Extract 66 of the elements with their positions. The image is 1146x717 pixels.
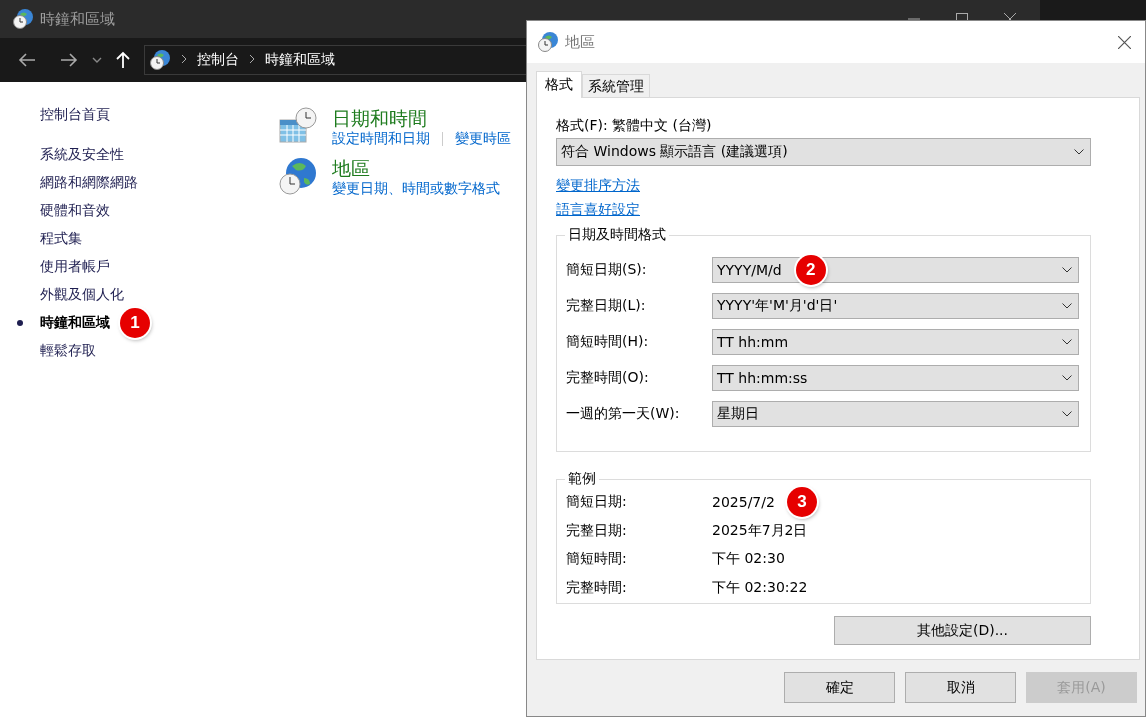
dialog-button[interactable]: 取消 <box>905 672 1016 703</box>
field-label: 簡短時間(H): <box>566 333 650 351</box>
chevron-down-icon[interactable] <box>92 57 102 63</box>
dialog-button[interactable]: 確定 <box>784 672 895 703</box>
format-label: 格式(F): 繁體中文 (台灣) <box>556 117 713 135</box>
category-link[interactable]: 設定時間和日期 <box>332 130 430 148</box>
chevron-down-icon <box>1062 375 1072 381</box>
chevron-down-icon <box>1062 339 1072 345</box>
chevron-down-icon <box>1062 267 1072 273</box>
calendar-clock-icon <box>278 106 318 146</box>
sidebar-item[interactable]: 外觀及個人化 <box>40 286 124 304</box>
field-label: 簡短日期(S): <box>566 261 648 279</box>
dropdown[interactable]: YYYY'年'M'月'd'日' <box>712 293 1079 319</box>
chevron-down-icon <box>1074 149 1084 155</box>
close-icon[interactable] <box>1118 35 1131 49</box>
example-value: 下午 02:30:22 <box>712 578 808 597</box>
group-title: 日期及時間格式 <box>567 226 667 244</box>
clock-globe-icon <box>12 8 34 30</box>
forward-arrow-icon[interactable] <box>60 53 78 67</box>
more-settings-button[interactable]: 其他設定(D)... <box>834 616 1091 645</box>
step-number-badge: 1 <box>120 308 150 338</box>
category-title[interactable]: 地區 <box>332 156 500 180</box>
group-title: 範例 <box>567 470 597 488</box>
settings-link[interactable]: 變更排序方法 <box>556 176 640 194</box>
example-value: 下午 02:30 <box>712 550 785 569</box>
example-value: 2025年7月2日 <box>712 521 808 540</box>
chevron-down-icon <box>1062 411 1072 417</box>
example-label: 簡短日期: <box>566 493 628 512</box>
back-arrow-icon[interactable] <box>18 53 36 67</box>
field-label: 一週的第一天(W): <box>566 405 681 423</box>
dropdown[interactable]: 符合 Windows 顯示語言 (建議選項) <box>556 138 1091 166</box>
dropdown[interactable]: TT hh:mm:ss <box>712 365 1079 391</box>
clock-globe-icon <box>149 49 171 71</box>
breadcrumb-item[interactable]: 時鐘和區域 <box>265 51 335 69</box>
dropdown[interactable]: YYYY/M/d 2 <box>712 257 1079 283</box>
step-number-badge: 2 <box>795 255 826 285</box>
up-arrow-icon[interactable] <box>116 51 130 69</box>
tab[interactable]: 格式 <box>536 71 582 98</box>
sidebar-item[interactable]: 網路和網際網路 <box>40 174 138 192</box>
field-label: 完整時間(O): <box>566 369 650 387</box>
category-link[interactable]: 變更日期、時間或數字格式 <box>332 180 500 198</box>
example-label: 完整時間: <box>566 578 628 597</box>
category-title[interactable]: 日期和時間 <box>332 106 511 130</box>
sidebar-item[interactable]: 硬體和音效 <box>40 202 110 220</box>
field-label: 完整日期(L): <box>566 297 647 315</box>
sidebar-item[interactable]: 時鐘和區域 <box>40 314 110 332</box>
category-link[interactable]: 變更時區 <box>455 130 511 148</box>
settings-link[interactable]: 語言喜好設定 <box>556 200 640 218</box>
step-number-badge: 3 <box>786 487 817 518</box>
dropdown[interactable]: TT hh:mm <box>712 329 1079 355</box>
sidebar-item[interactable]: 使用者帳戶 <box>40 258 110 276</box>
dialog-title: 地區 <box>565 32 595 52</box>
tab[interactable]: 系統管理 <box>582 74 650 97</box>
example-label: 簡短時間: <box>566 550 628 569</box>
example-value: 2025/7/2 <box>712 494 775 511</box>
breadcrumb-item[interactable]: 控制台 <box>197 51 239 69</box>
window-title: 時鐘和區域 <box>40 9 115 29</box>
chevron-down-icon <box>1062 303 1072 309</box>
sidebar-item[interactable]: 輕鬆存取 <box>40 342 96 360</box>
globe-clock-icon <box>537 31 559 53</box>
sidebar-item[interactable]: 系統及安全性 <box>40 146 124 164</box>
sidebar-item[interactable]: 程式集 <box>40 230 82 248</box>
example-label: 完整日期: <box>566 521 628 540</box>
dropdown[interactable]: 星期日 <box>712 401 1079 427</box>
globe-clock-icon <box>278 156 318 196</box>
sidebar-link[interactable]: 控制台首頁 <box>40 100 278 128</box>
